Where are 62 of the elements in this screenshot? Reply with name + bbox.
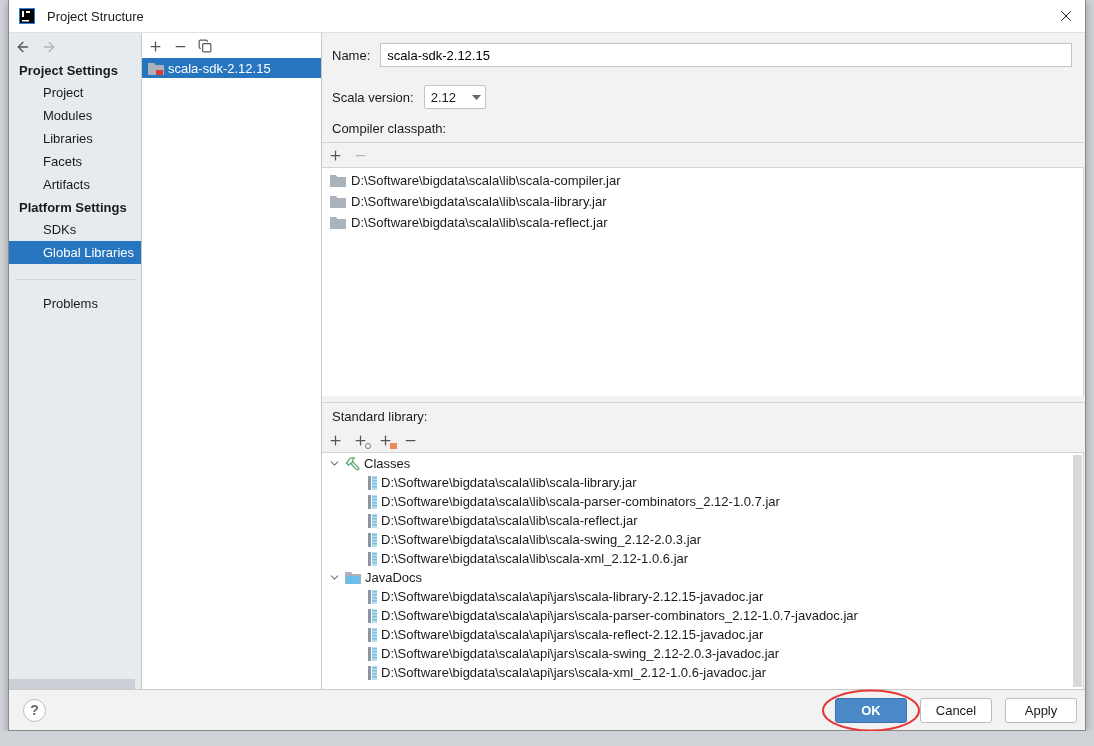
scrollbar[interactable] [1073,455,1082,687]
folder-icon [148,61,164,75]
sidebar-item[interactable]: Problems [9,292,141,315]
name-field[interactable]: scala-sdk-2.12.15 [380,43,1072,67]
jar-entry[interactable]: D:\Software\bigdata\scala\lib\scala-xml_2.12-1.0.6.jar [381,551,689,566]
version-dropdown[interactable]: 2.12 [423,85,486,109]
jar-entry[interactable]: D:\Software\bigdata\scala\lib\scala-reflect.jar [381,513,638,528]
sidebar-item[interactable]: Facets [9,150,141,173]
scrollbar[interactable] [9,679,135,689]
classpath-entry[interactable]: D:\Software\bigdata\scala\lib\scala-compiler.jar [351,173,621,188]
folder-icon [330,216,346,229]
jar-entry[interactable]: D:\Software\bigdata\scala\lib\scala-parser-combinators_2.12-1.0.7.jar [381,494,780,509]
sidebar-item[interactable]: Global Libraries [9,241,141,264]
standard-library-label: Standard library: [332,409,428,424]
library-item[interactable]: scala-sdk-2.12.15 [142,58,321,78]
add-url-icon[interactable] [353,432,368,448]
jar-icon [368,494,377,509]
folder-icon [330,174,346,187]
sidebar-item[interactable]: SDKs [9,218,141,241]
add-icon[interactable] [328,147,343,163]
dialog-button[interactable]: Apply [1005,697,1077,723]
tree-node[interactable]: JavaDocs [365,570,423,585]
jar-entry[interactable]: D:\Software\bigdata\scala\api\jars\scala-library-2.12.15-javadoc.jar [381,589,764,604]
jar-icon [368,608,377,623]
jar-entry[interactable]: D:\Software\bigdata\scala\api\jars\scala-parser-combinators_2.12-1.0.7-javadoc.jar [381,608,858,623]
dialog-button[interactable]: Cancel [920,697,992,723]
sidebar-item[interactable]: Modules [9,104,141,127]
jar-icon [368,551,377,566]
classpath-entry[interactable]: D:\Software\bigdata\scala\lib\scala-reflect.jar [351,215,608,230]
ok-button[interactable]: OK [835,697,907,723]
jar-icon [368,646,377,661]
caret-icon [471,94,481,100]
jar-icon [368,475,377,490]
jar-icon [368,532,377,547]
jar-entry[interactable]: D:\Software\bigdata\scala\api\jars\scala-reflect-2.12.15-javadoc.jar [381,627,764,642]
help-button[interactable]: ? [23,698,46,722]
add-icon[interactable] [328,432,343,448]
jar-icon [368,513,377,528]
tree-node[interactable]: Classes [364,456,411,471]
sidebar-item[interactable]: Artifacts [9,173,141,196]
classpath-label: Compiler classpath: [332,121,447,136]
jar-entry[interactable]: D:\Software\bigdata\scala\api\jars\scala-xml_2.12-1.0.6-javadoc.jar [381,665,767,680]
section-heading: Platform Settings [18,199,128,217]
version-label: Scala version: [332,89,414,105]
section-heading: Project Settings [18,62,119,80]
app-logo-icon [19,8,35,24]
sidebar-item[interactable]: Libraries [9,127,141,150]
folder-icon [345,571,361,584]
folder-icon [330,195,346,208]
add-icon[interactable] [148,38,163,54]
jar-entry[interactable]: D:\Software\bigdata\scala\lib\scala-library.jar [381,475,637,490]
jar-icon [368,589,377,604]
name-label: Name: [332,47,371,63]
hammer-icon [345,456,360,471]
classpath-entry[interactable]: D:\Software\bigdata\scala\lib\scala-library.jar [351,194,607,209]
copy-icon[interactable] [198,39,212,53]
jar-icon [368,627,377,642]
jar-entry[interactable]: D:\Software\bigdata\scala\api\jars\scala-swing_2.12-2.0.3-javadoc.jar [381,646,780,661]
jar-icon [368,665,377,680]
window-title: Project Structure [47,8,145,24]
jar-entry[interactable]: D:\Software\bigdata\scala\lib\scala-swing_2.12-2.0.3.jar [381,532,702,547]
sidebar-item[interactable]: Project [9,81,141,104]
